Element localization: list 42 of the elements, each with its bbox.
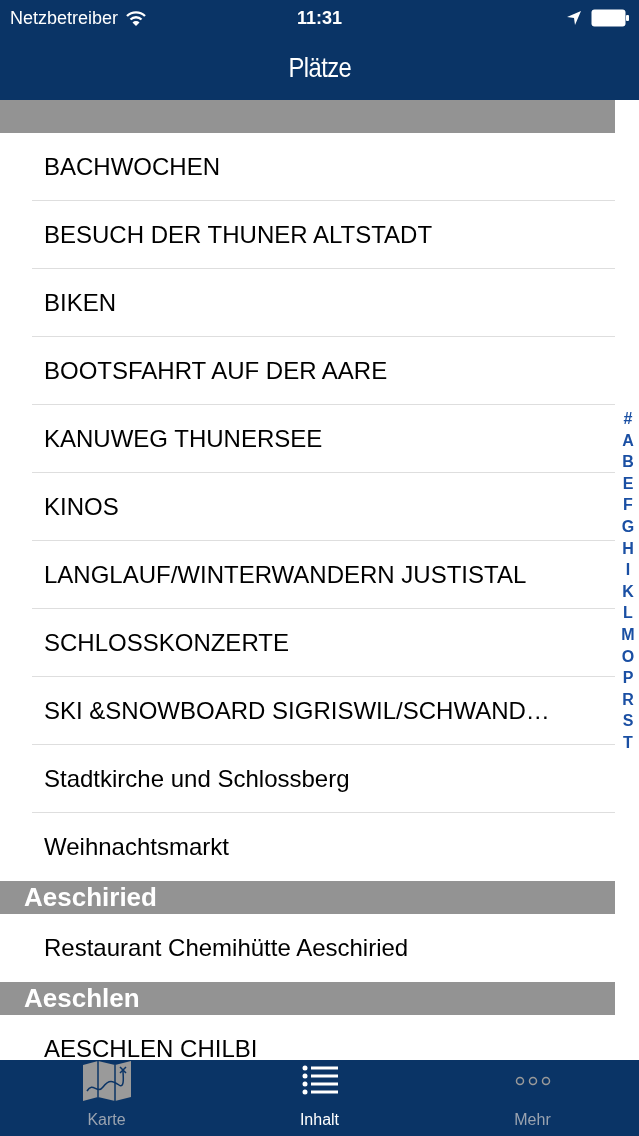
index-letter[interactable]: #: [623, 408, 633, 430]
list-icon: [301, 1065, 338, 1097]
index-letter[interactable]: O: [621, 645, 635, 668]
tab-bar-item[interactable]: Mehr: [426, 1060, 639, 1136]
index-letter[interactable]: S: [622, 710, 634, 732]
list-item[interactable]: AESCHLEN CHILBI: [32, 1015, 615, 1060]
index-letter[interactable]: M: [621, 623, 635, 646]
battery-icon: [591, 9, 629, 27]
section-title: Aeschiried: [24, 881, 157, 914]
wifi-icon: [126, 10, 147, 26]
list-item[interactable]: KANUWEG THUNERSEE: [32, 405, 615, 473]
list-item[interactable]: Weihnachtsmarkt: [32, 813, 615, 881]
status-time: 11:31: [296, 6, 342, 30]
screen-title: Plätze: [288, 51, 351, 85]
more-icon: [514, 1076, 551, 1086]
index-letter[interactable]: B: [622, 451, 634, 473]
index-letter[interactable]: T: [623, 731, 633, 754]
index-letter[interactable]: H: [622, 537, 634, 560]
carrier-name: Netzbetreiber: [10, 6, 119, 30]
location-arrow-icon: [567, 11, 581, 25]
index-letter[interactable]: A: [622, 429, 634, 452]
index-letter[interactable]: E: [622, 472, 634, 495]
list-item[interactable]: BACHWOCHEN: [32, 133, 615, 201]
list-item[interactable]: SKI &SNOWBOARD SIGRISWIL/SCHWAND…: [32, 677, 615, 745]
section-title: Aeschlen: [24, 982, 140, 1015]
list-item[interactable]: Restaurant Chemihütte Aeschiried: [32, 914, 615, 982]
index-letter[interactable]: K: [622, 580, 634, 603]
tab-bar-item[interactable]: Karte: [0, 1060, 213, 1136]
list-item[interactable]: LANGLAUF/WINTERWANDERN JUSTISTAL: [32, 541, 615, 609]
list-item[interactable]: BESUCH DER THUNER ALTSTADT: [32, 201, 615, 269]
index-letter[interactable]: I: [625, 559, 631, 581]
tab-bar-item[interactable]: Inhalt: [213, 1060, 426, 1136]
index-letter[interactable]: R: [622, 688, 634, 711]
index-letter[interactable]: G: [621, 515, 635, 538]
list-item[interactable]: KINOS: [32, 473, 615, 541]
list-item[interactable]: Stadtkirche und Schlossberg: [32, 745, 615, 813]
list-item[interactable]: BOOTSFAHRT AUF DER AARE: [32, 337, 615, 405]
index-letter[interactable]: L: [623, 602, 633, 624]
list-item[interactable]: BIKEN: [32, 269, 615, 337]
index-letter[interactable]: P: [622, 667, 634, 689]
index-letter[interactable]: F: [623, 494, 633, 516]
list-item[interactable]: SCHLOSSKONZERTE: [32, 609, 615, 677]
